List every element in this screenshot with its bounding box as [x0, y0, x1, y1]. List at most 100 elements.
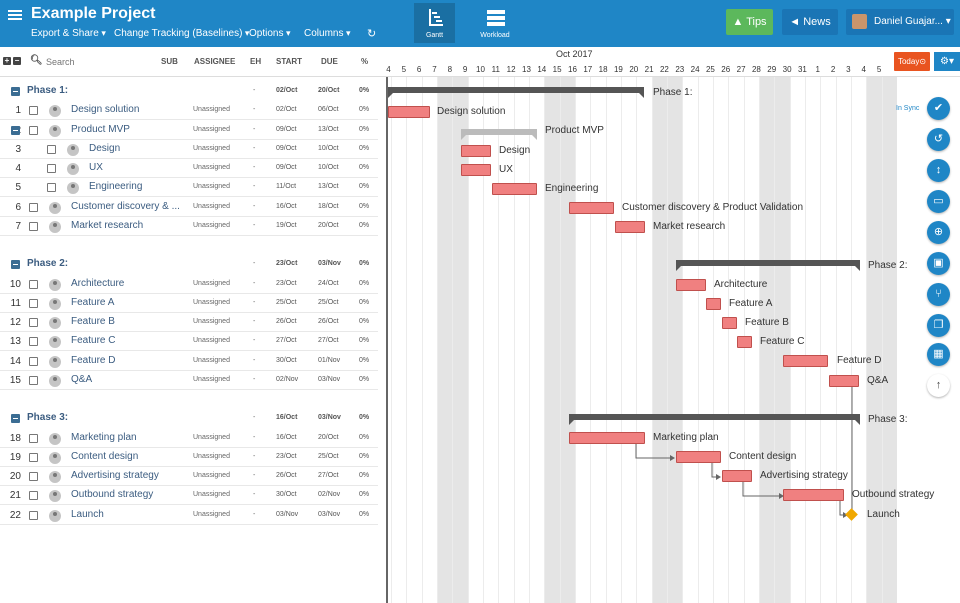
summary-bar-phase1[interactable] [388, 87, 644, 98]
assignee[interactable]: Unassigned [193, 472, 230, 479]
task-checkbox[interactable] [29, 106, 38, 116]
due-date[interactable]: 26/Oct [318, 318, 339, 325]
news-button[interactable]: ◄ News [782, 9, 838, 35]
change-tracking-menu[interactable]: Change Tracking (Baselines) [114, 28, 249, 39]
start-date[interactable]: 16/Oct [276, 203, 297, 210]
due-date[interactable]: 25/Oct [318, 453, 339, 460]
table-row[interactable]: 2Product MVPUnassigned-09/Oct13/Oct0% [0, 121, 378, 140]
map-icon[interactable]: ▦ [927, 343, 950, 366]
task-bar-customer-discovery[interactable] [569, 202, 614, 214]
percent-complete[interactable]: 0% [359, 126, 369, 133]
task-name[interactable]: Marketing plan [71, 432, 137, 443]
phase-name[interactable]: Phase 3: [27, 412, 68, 423]
assignee[interactable]: Unassigned [193, 318, 230, 325]
user-icon[interactable] [49, 490, 61, 503]
today-button[interactable]: Today⊙ [894, 52, 930, 71]
export-share-menu[interactable]: Export & Share [31, 28, 106, 39]
start-date[interactable]: 02/Oct [276, 106, 297, 113]
user-icon[interactable] [49, 336, 61, 349]
start-date[interactable]: 11/Oct [276, 183, 296, 190]
assignee[interactable]: Unassigned [193, 222, 230, 229]
gear-icon[interactable]: ⚙▾ [934, 52, 960, 71]
table-row[interactable]: 5 Engineering Unassigned - 11/Oct 13/Oct 0% [0, 178, 378, 198]
due-date[interactable]: 03/Nov [318, 414, 341, 421]
col-header-due[interactable]: DUE [321, 57, 338, 66]
start-date[interactable]: 16/Oct [276, 434, 297, 441]
due-date[interactable]: 13/Oct [318, 183, 339, 190]
assignee[interactable]: Unassigned [193, 299, 230, 306]
start-date[interactable]: 02/Nov [276, 376, 298, 383]
estimated-hours[interactable]: - [253, 472, 255, 479]
assignee[interactable]: Unassigned [193, 183, 230, 190]
options-menu[interactable]: Options [249, 28, 291, 39]
start-date[interactable]: 16/Oct [276, 414, 297, 421]
table-row[interactable]: 22 Launch Unassigned - 03/Nov 03/Nov 0% [0, 506, 378, 525]
assignee[interactable]: Unassigned [193, 434, 230, 441]
task-bar-design-solution[interactable] [388, 106, 430, 118]
estimated-hours[interactable]: - [253, 280, 255, 287]
percent-complete[interactable]: 0% [359, 145, 369, 152]
assignee[interactable]: Unassigned [193, 376, 230, 383]
estimated-hours[interactable]: - [253, 453, 255, 460]
estimated-hours[interactable]: - [253, 357, 255, 364]
user-icon[interactable] [49, 124, 61, 137]
percent-complete[interactable]: 0% [359, 183, 369, 190]
user-menu-button[interactable]: Daniel Guajar... ▾ [846, 9, 954, 35]
assignee[interactable]: Unassigned [193, 337, 230, 344]
table-row[interactable]: 19 Content design Unassigned - 23/Oct 25/Oct 0… [0, 448, 378, 467]
percent-complete[interactable]: 0% [359, 260, 369, 267]
user-icon[interactable] [49, 355, 61, 368]
task-checkbox[interactable] [29, 337, 38, 347]
user-icon[interactable] [49, 317, 61, 329]
start-date[interactable]: 26/Oct [276, 472, 297, 479]
task-name[interactable]: Feature D [71, 355, 115, 366]
task-name[interactable]: Architecture [71, 278, 124, 289]
collapse-icon[interactable] [11, 87, 20, 96]
table-row[interactable]: 4 UX Unassigned - 09/Oct 10/Oct 0% [0, 159, 378, 178]
user-icon[interactable] [49, 374, 61, 387]
history-icon[interactable]: ↺ [927, 128, 950, 151]
table-row[interactable]: 18 Marketing plan Unassigned - 16/Oct 20/Oct 0… [0, 429, 378, 448]
start-date[interactable]: 09/Oct [276, 145, 297, 152]
table-row[interactable]: 3 Design Unassigned - 09/Oct 10/Oct 0% [0, 140, 378, 159]
percent-complete[interactable]: 0% [359, 318, 369, 325]
col-header-pct[interactable]: % [361, 57, 368, 66]
due-date[interactable]: 18/Oct [318, 203, 339, 210]
start-date[interactable]: 09/Oct [276, 164, 297, 171]
table-row[interactable]: 1 Design solution Unassigned - 02/Oct 06/Oct 0… [0, 101, 378, 121]
due-date[interactable]: 01/Nov [318, 357, 340, 364]
task-name[interactable]: Engineering [89, 181, 142, 192]
task-bar-content-design[interactable] [676, 451, 721, 463]
table-row[interactable]: 20 Advertising strategy Unassigned - 26/Oct 2… [0, 467, 378, 486]
percent-complete[interactable]: 0% [359, 511, 369, 518]
due-date[interactable]: 03/Nov [318, 376, 340, 383]
project-title[interactable]: Example Project [31, 5, 156, 23]
col-header-start[interactable]: START [276, 57, 302, 66]
due-date[interactable]: 13/Oct [318, 126, 339, 133]
start-date[interactable]: 23/Oct [276, 280, 297, 287]
percent-complete[interactable]: 0% [359, 222, 369, 229]
start-date[interactable]: 19/Oct [276, 222, 297, 229]
task-name[interactable]: Design solution [71, 104, 139, 115]
assignee[interactable]: Unassigned [193, 453, 230, 460]
due-date[interactable]: 03/Nov [318, 511, 340, 518]
search-input[interactable] [46, 55, 146, 69]
table-row[interactable]: 21 Outbound strategy Unassigned - 30/Oct 02/N… [0, 486, 378, 506]
percent-complete[interactable]: 0% [359, 357, 369, 364]
task-bar-feature-a[interactable] [706, 298, 721, 310]
task-bar-architecture[interactable] [676, 279, 706, 291]
assignee[interactable]: Unassigned [193, 106, 230, 113]
estimated-hours[interactable]: - [253, 164, 255, 171]
due-date[interactable]: 10/Oct [318, 145, 339, 152]
percent-complete[interactable]: 0% [359, 337, 369, 344]
table-row[interactable]: 14 Feature D Unassigned - 30/Oct 01/Nov 0% [0, 352, 378, 371]
due-date[interactable]: 10/Oct [318, 164, 339, 171]
table-row[interactable]: 15 Q&A Unassigned - 02/Nov 03/Nov 0% [0, 371, 378, 390]
percent-complete[interactable]: 0% [359, 164, 369, 171]
expand-all-icon[interactable]: + [3, 57, 11, 65]
task-name[interactable]: Feature B [71, 316, 115, 327]
collapse-icon[interactable] [11, 260, 20, 270]
table-row[interactable]: 13 Feature C Unassigned - 27/Oct 27/Oct 0% [0, 332, 378, 352]
task-name[interactable]: UX [89, 162, 103, 173]
start-date[interactable]: 25/Oct [276, 299, 297, 306]
